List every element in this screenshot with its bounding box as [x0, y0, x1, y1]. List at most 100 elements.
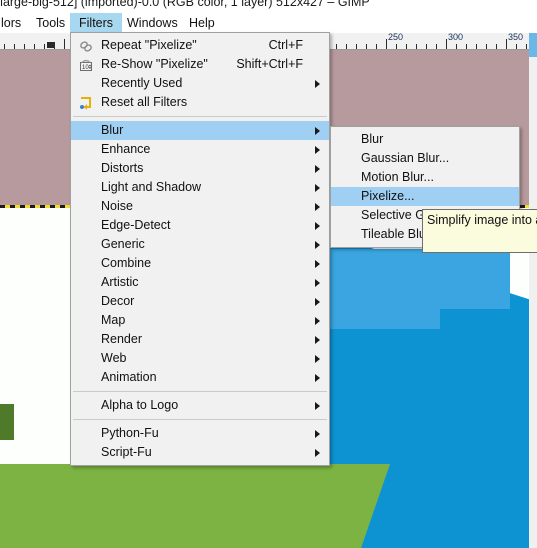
- chevron-right-icon: [315, 278, 320, 287]
- submenu-item-blur-label: Blur: [361, 132, 384, 146]
- ruler-label-250: 250: [388, 33, 404, 42]
- menu-item-artistic-label: Artistic: [101, 275, 139, 289]
- menu-item-animation[interactable]: Animation: [71, 368, 329, 387]
- menu-item-decor[interactable]: Decor: [71, 292, 329, 311]
- chevron-right-icon: [315, 202, 320, 211]
- menu-item-generic-label: Generic: [101, 237, 145, 251]
- menubar-item-tools-label: Tools: [36, 16, 66, 30]
- submenu-item-gaussian-blur[interactable]: Gaussian Blur...: [331, 149, 519, 168]
- chevron-right-icon: [315, 335, 320, 344]
- chevron-right-icon: [315, 448, 320, 457]
- filters-menu: Repeat "Pixelize" Ctrl+F 10 Re-Show "Pix…: [70, 32, 330, 466]
- chevron-right-icon: [315, 354, 320, 363]
- menu-item-alpha-to-logo-label: Alpha to Logo: [101, 398, 179, 412]
- ruler-label-300: 300: [448, 33, 464, 42]
- menubar-item-tools[interactable]: Tools: [27, 13, 74, 33]
- vertical-scrollbar[interactable]: [529, 33, 537, 548]
- submenu-item-blur[interactable]: Blur: [331, 130, 519, 149]
- menubar-item-windows-label: Windows: [127, 16, 178, 30]
- menu-item-recently-used-label: Recently Used: [101, 76, 183, 90]
- submenu-item-gaussian-blur-label: Gaussian Blur...: [361, 151, 450, 165]
- menu-separator-1: [73, 116, 327, 117]
- menu-item-generic[interactable]: Generic: [71, 235, 329, 254]
- reshow-icon: 10: [78, 57, 94, 73]
- menu-item-distorts-label: Distorts: [101, 161, 144, 175]
- chevron-right-icon: [315, 164, 320, 173]
- menu-item-noise-label: Noise: [101, 199, 133, 213]
- svg-text:10: 10: [82, 65, 89, 71]
- menu-item-render[interactable]: Render: [71, 330, 329, 349]
- title-bar: -large-big-512] (imported)-0.0 (RGB colo…: [0, 0, 537, 13]
- chevron-right-icon: [315, 79, 320, 88]
- menu-item-light-and-shadow-label: Light and Shadow: [101, 180, 202, 194]
- menu-item-web[interactable]: Web: [71, 349, 329, 368]
- menu-item-web-label: Web: [101, 351, 127, 365]
- tooltip: Simplify image into an: [422, 209, 537, 253]
- menu-separator-3: [73, 419, 327, 420]
- menubar-item-colors[interactable]: lors: [0, 13, 30, 33]
- canvas-blue-highlight-2: [330, 249, 440, 329]
- menu-item-combine[interactable]: Combine: [71, 254, 329, 273]
- gimp-window: 250 300 350 -large-big-512] (imported)-0…: [0, 0, 537, 548]
- menubar-item-colors-label: lors: [1, 16, 22, 30]
- menu-item-map-label: Map: [101, 313, 126, 327]
- chevron-right-icon: [315, 259, 320, 268]
- menu-item-distorts[interactable]: Distorts: [71, 159, 329, 178]
- chevron-right-icon: [315, 126, 320, 135]
- chevron-right-icon: [315, 183, 320, 192]
- menu-item-edge-detect-label: Edge-Detect: [101, 218, 171, 232]
- menu-item-script-fu[interactable]: Script-Fu: [71, 443, 329, 462]
- submenu-item-motion-blur[interactable]: Motion Blur...: [331, 168, 519, 187]
- menu-item-repeat-pixelize-accel: Ctrl+F: [268, 38, 303, 52]
- menu-item-enhance[interactable]: Enhance: [71, 140, 329, 159]
- menu-item-python-fu[interactable]: Python-Fu: [71, 424, 329, 443]
- tooltip-text: Simplify image into an: [427, 213, 537, 227]
- chevron-right-icon: [315, 316, 320, 325]
- scrollbar-thumb[interactable]: [529, 33, 537, 57]
- menubar-item-help[interactable]: Help: [180, 13, 224, 33]
- menu-item-python-fu-label: Python-Fu: [101, 426, 159, 440]
- menu-item-script-fu-label: Script-Fu: [101, 445, 152, 459]
- menu-item-reshow-pixelize[interactable]: 10 Re-Show "Pixelize" Shift+Ctrl+F: [71, 55, 329, 74]
- menubar-item-help-label: Help: [189, 16, 215, 30]
- menu-item-blur-label: Blur: [101, 123, 124, 137]
- menubar-item-filters-label: Filters: [79, 16, 114, 30]
- menu-item-decor-label: Decor: [101, 294, 135, 308]
- menubar-item-windows[interactable]: Windows: [118, 13, 187, 33]
- chevron-right-icon: [315, 401, 320, 410]
- menu-item-map[interactable]: Map: [71, 311, 329, 330]
- chevron-right-icon: [315, 429, 320, 438]
- menu-item-reset-all-filters[interactable]: Reset all Filters: [71, 93, 329, 112]
- menu-item-render-label: Render: [101, 332, 142, 346]
- menubar-item-filters[interactable]: Filters: [70, 13, 123, 33]
- canvas-green-accent: [0, 404, 14, 440]
- menu-item-reset-all-filters-label: Reset all Filters: [101, 95, 188, 109]
- menu-item-reshow-pixelize-accel: Shift+Ctrl+F: [236, 57, 303, 71]
- menu-item-repeat-pixelize-label: Repeat "Pixelize": [101, 38, 197, 52]
- menu-item-edge-detect[interactable]: Edge-Detect: [71, 216, 329, 235]
- menu-item-noise[interactable]: Noise: [71, 197, 329, 216]
- menu-item-recently-used[interactable]: Recently Used: [71, 74, 329, 93]
- menu-item-alpha-to-logo[interactable]: Alpha to Logo: [71, 396, 329, 415]
- submenu-item-pixelize[interactable]: Pixelize...: [331, 187, 519, 206]
- menu-bar: lors Tools Filters Windows Help: [0, 13, 537, 33]
- chevron-right-icon: [315, 297, 320, 306]
- ruler-label-350: 350: [508, 33, 524, 42]
- canvas-green-band: [0, 464, 390, 548]
- chevron-right-icon: [315, 240, 320, 249]
- submenu-item-pixelize-label: Pixelize...: [361, 189, 415, 203]
- menu-item-repeat-pixelize[interactable]: Repeat "Pixelize" Ctrl+F: [71, 36, 329, 55]
- menu-item-combine-label: Combine: [101, 256, 152, 270]
- menu-item-artistic[interactable]: Artistic: [71, 273, 329, 292]
- window-title: -large-big-512] (imported)-0.0 (RGB colo…: [0, 0, 370, 9]
- menu-separator-2: [73, 391, 327, 392]
- menu-item-blur[interactable]: Blur: [71, 121, 329, 140]
- chevron-right-icon: [315, 221, 320, 230]
- repeat-icon: [78, 38, 94, 54]
- chevron-right-icon: [315, 373, 320, 382]
- reset-icon: [78, 95, 94, 111]
- submenu-item-motion-blur-label: Motion Blur...: [361, 170, 434, 184]
- chevron-right-icon: [315, 145, 320, 154]
- menu-item-enhance-label: Enhance: [101, 142, 151, 156]
- menu-item-light-and-shadow[interactable]: Light and Shadow: [71, 178, 329, 197]
